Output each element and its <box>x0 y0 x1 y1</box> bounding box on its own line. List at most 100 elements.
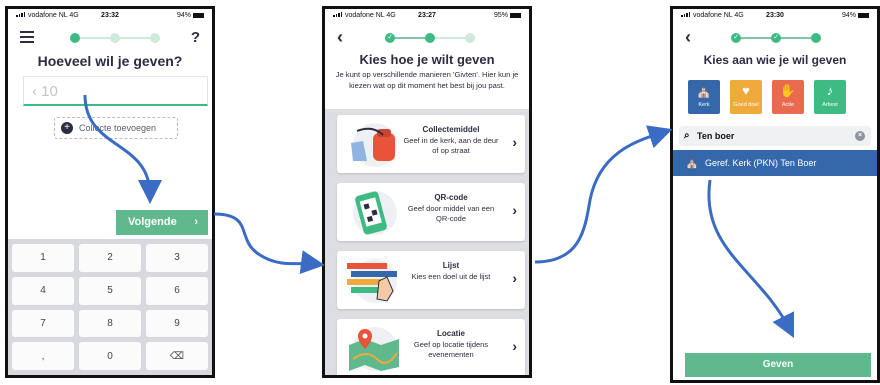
key-comma[interactable]: , <box>12 342 74 370</box>
battery-indicator: 95% <box>494 12 521 19</box>
option-lijst[interactable]: Lijst Kies een doel uit de lijst › <box>337 251 525 309</box>
key-3[interactable]: 3 <box>146 244 208 272</box>
chevron-right-icon: › <box>512 270 517 286</box>
option-locatie[interactable]: Locatie Geef op locatie tijdens evenemen… <box>337 319 525 375</box>
next-button[interactable]: Volgende › <box>116 210 208 235</box>
chevron-right-icon: › <box>512 134 517 150</box>
key-4[interactable]: 4 <box>12 276 74 305</box>
amount-value: 10 <box>41 83 58 100</box>
category-tiles: ⛪ Kerk ♥ Goed doel ✋ Actie ♪ Artiest <box>688 80 862 114</box>
step-1-check-icon: ✓ <box>731 33 741 43</box>
add-collecte-button[interactable]: + Collecte toevoegen <box>54 117 178 139</box>
screen-method: vodafone NL 4G 23:27 95% ‹ ✓ Kies hoe je… <box>322 6 532 378</box>
option-title: QR-code <box>434 193 468 202</box>
clear-icon[interactable]: × <box>855 131 865 141</box>
map-pin-icon <box>349 327 399 371</box>
battery-indicator: 94% <box>842 12 869 19</box>
search-result-item[interactable]: ⛪ Geref. Kerk (PKN) Ten Boer <box>673 150 877 176</box>
step-1-check-icon: ✓ <box>385 33 395 43</box>
key-1[interactable]: 1 <box>12 244 74 272</box>
menu-icon[interactable] <box>20 31 34 46</box>
carrier-text: vodafone NL 4G <box>693 12 744 19</box>
progress-steps <box>70 31 160 45</box>
category-kerk[interactable]: ⛪ Kerk <box>688 80 720 114</box>
option-title: Collectemiddel <box>422 125 480 134</box>
status-bar: vodafone NL 4G 23:32 94% <box>16 12 204 22</box>
progress-steps: ✓ ✓ <box>731 31 821 45</box>
option-desc: Geef op locatie tijdens evenementen <box>413 340 489 359</box>
signal-icon <box>16 12 26 19</box>
option-desc: Kies een doel uit de lijst <box>411 272 491 281</box>
key-7[interactable]: 7 <box>12 309 74 338</box>
chevron-right-icon: › <box>512 338 517 354</box>
qr-phone-icon <box>353 191 397 235</box>
status-bar: vodafone NL 4G 23:30 94% <box>681 12 869 22</box>
option-desc: Geef door middel van een QR-code <box>407 204 495 223</box>
category-artiest[interactable]: ♪ Artiest <box>814 80 846 114</box>
battery-indicator: 94% <box>177 12 204 19</box>
chevron-right-icon: › <box>194 216 198 228</box>
status-time: 23:27 <box>418 12 436 19</box>
arrow-screen1-to-screen2 <box>213 212 325 275</box>
step-2-dot <box>110 33 120 43</box>
key-2[interactable]: 2 <box>79 244 141 272</box>
backspace-key-icon[interactable]: ⌫ <box>146 342 208 370</box>
back-arrow-icon[interactable]: ‹ <box>685 27 691 48</box>
amount-input[interactable]: ‹ 10 <box>23 76 208 106</box>
category-goed-doel[interactable]: ♥ Goed doel <box>730 80 762 114</box>
give-button[interactable]: Geven <box>685 353 871 377</box>
page-title: Hoeveel wil je geven? <box>37 53 183 69</box>
progress-steps: ✓ <box>385 31 475 45</box>
step-3-dot <box>465 33 475 43</box>
step-3-dot <box>811 33 821 43</box>
search-input[interactable]: ⌕ Ten boer × <box>679 126 871 146</box>
help-icon[interactable]: ? <box>191 29 200 46</box>
status-time: 23:32 <box>101 12 119 19</box>
plus-icon: + <box>61 122 73 134</box>
status-bar: vodafone NL 4G 23:27 95% <box>333 12 521 22</box>
search-icon: ⌕ <box>684 130 690 141</box>
step-2-check-icon: ✓ <box>771 33 781 43</box>
option-title: Lijst <box>442 261 460 270</box>
signal-icon <box>333 12 343 19</box>
collection-bag-icon <box>351 123 397 167</box>
search-value: Ten boer <box>697 131 735 141</box>
key-8[interactable]: 8 <box>79 309 141 338</box>
category-actie[interactable]: ✋ Actie <box>772 80 804 114</box>
step-1-dot <box>70 33 80 43</box>
back-arrow-icon[interactable]: ‹ <box>337 27 343 48</box>
arrow-screen2-to-screen3 <box>534 125 673 264</box>
chevron-right-icon: › <box>512 202 517 218</box>
add-collecte-label: Collecte toevoegen <box>79 123 157 133</box>
church-icon: ⛪ <box>685 157 699 169</box>
key-5[interactable]: 5 <box>79 276 141 305</box>
page-title: Kies hoe je wilt geven <box>359 52 495 67</box>
key-9[interactable]: 9 <box>146 309 208 338</box>
step-2-dot <box>425 33 435 43</box>
church-icon: ⛪ <box>695 83 713 98</box>
page-title: Kies aan wie je wil geven <box>703 53 847 67</box>
guitar-icon: ♪ <box>826 83 834 98</box>
signal-icon <box>681 12 691 19</box>
heart-hand-icon: ♥ <box>742 83 750 98</box>
option-title: Locatie <box>436 329 465 338</box>
next-label: Volgende <box>128 216 177 228</box>
screen-amount: vodafone NL 4G 23:32 94% ? Hoeveel wil j… <box>5 6 215 378</box>
hand-icon: ✋ <box>779 83 797 98</box>
screen-recipient: vodafone NL 4G 23:30 94% ‹ ✓ ✓ Kies aan … <box>670 6 880 383</box>
list-icon <box>347 259 397 303</box>
step-3-dot <box>150 33 160 43</box>
option-desc: Geef in de kerk, aan de deur of op straa… <box>403 136 499 155</box>
option-qr-code[interactable]: QR-code Geef door middel van een QR-code… <box>337 183 525 241</box>
intro-text: Je kunt op verschillende manieren 'Givte… <box>335 70 519 90</box>
options-list: Collectemiddel Geef in de kerk, aan de d… <box>325 109 529 375</box>
carrier-text: vodafone NL 4G <box>345 12 396 19</box>
amount-prefix: ‹ <box>32 83 37 100</box>
carrier-text: vodafone NL 4G <box>28 12 79 19</box>
key-0[interactable]: 0 <box>79 342 141 370</box>
numeric-keypad: 1 2 3 4 5 6 7 8 9 , 0 ⌫ <box>8 239 212 375</box>
option-collectemiddel[interactable]: Collectemiddel Geef in de kerk, aan de d… <box>337 115 525 173</box>
result-label: Geref. Kerk (PKN) Ten Boer <box>705 158 817 168</box>
status-time: 23:30 <box>766 12 784 19</box>
key-6[interactable]: 6 <box>146 276 208 305</box>
